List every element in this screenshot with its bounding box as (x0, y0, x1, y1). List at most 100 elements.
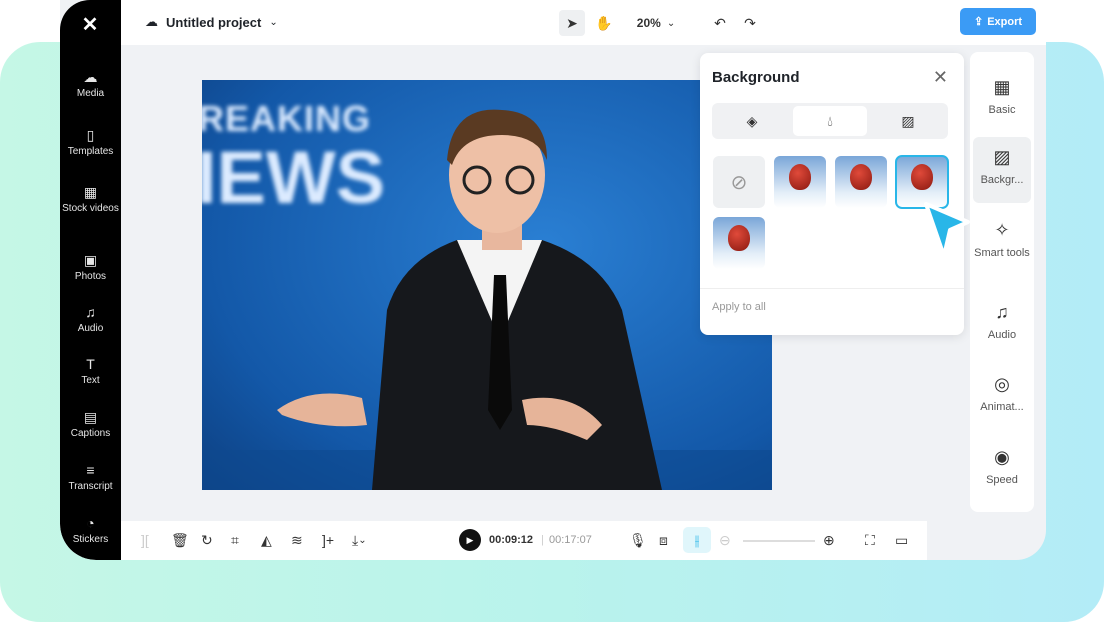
delete-button[interactable]: 🗑︎ (171, 529, 189, 551)
crop-button[interactable]: ⌗ (231, 529, 239, 551)
zoom-dropdown[interactable]: 20% ⌄ (631, 10, 681, 36)
project-title-dropdown[interactable]: ☁ Untitled project ⌄ (145, 14, 278, 30)
undo-button[interactable]: ↶ (709, 10, 731, 36)
app-window: ✕ ☁ Media ▯ Templates ▦ Stock videos ▣ Photos ♫ A… (60, 0, 1046, 560)
right-tab-label: Animat... (980, 401, 1024, 413)
cloud-upload-icon: ☁ (83, 69, 98, 85)
mouse-pointer-icon (924, 202, 970, 258)
total-time: 00:17:07 (549, 534, 592, 546)
background-type-tabs: ◈ 💧︎ ▨ (712, 103, 948, 139)
replay-button[interactable]: ↻ (201, 529, 213, 551)
flip-icon: ◭ (261, 531, 272, 548)
fullscreen-button[interactable]: ⛶ (865, 529, 875, 551)
sidebar-item-stock-videos[interactable]: ▦ Stock videos (60, 183, 121, 215)
sidebar-item-label: Stock videos (62, 203, 119, 214)
play-button[interactable]: ▶ (459, 529, 481, 551)
hand-icon: ✋ (595, 14, 613, 31)
right-tab-magic-wand[interactable]: ✧ Smart tools (973, 210, 1031, 260)
time-separator: | (541, 534, 544, 546)
paint-bucket-icon: ◈ (746, 112, 758, 129)
sidebar-item-transcript[interactable]: ≡ Transcript (60, 461, 121, 493)
droplet-icon: 💧︎ (827, 112, 833, 129)
split-button[interactable]: ][ (141, 529, 149, 551)
minus-circle-icon: ⊖ (719, 531, 731, 548)
sidebar-item-text[interactable]: T Text (60, 355, 121, 387)
trim-button[interactable]: ]+ (322, 529, 334, 551)
bottom-toolbar: ][ 🗑︎ ↻ ⌗ ◭ ≋ ]+ ⤓ ⌄ ▶ 00:09:12 | 00:17:0… (121, 521, 927, 560)
no-background-option[interactable]: ⊘ (713, 156, 765, 208)
close-button[interactable]: ✕ (933, 67, 948, 88)
sidebar-item-label: Text (81, 375, 100, 386)
hand-tool-button[interactable]: ✋ (591, 10, 617, 36)
chevron-down-icon: ⌄ (358, 534, 367, 546)
split-icon: ][ (141, 532, 149, 548)
presenter-figure (202, 109, 772, 490)
select-tool-button[interactable]: ➤ (559, 10, 585, 36)
cloud-sync-icon: ☁ (145, 14, 158, 29)
tab-pattern[interactable]: ▨ (871, 106, 945, 136)
divider (700, 288, 964, 289)
transcript-icon: ≡ (86, 462, 95, 478)
snap-button[interactable]: ⧈ (659, 529, 668, 551)
sidebar-item-templates[interactable]: ▯ Templates (60, 126, 121, 158)
right-tab-basic[interactable]: ▦ Basic (973, 67, 1031, 117)
left-sidebar: ✕ ☁ Media ▯ Templates ▦ Stock videos ▣ Photos ♫ A… (60, 0, 121, 560)
flip-button[interactable]: ◭ (261, 529, 272, 551)
speed-icon: ◉ (994, 447, 1010, 467)
sidebar-item-label: Transcript (68, 481, 113, 492)
remove-background-button[interactable]: ≋ (291, 529, 303, 551)
trim-icon: ]+ (322, 532, 335, 548)
redo-button[interactable]: ↷ (739, 10, 761, 36)
right-property-panel: ▦ Basic ▨ Backgr... ✧ Smart tools ♫ Audio ◎ Anima… (970, 52, 1034, 512)
zoom-in-button[interactable]: ⊕ (823, 529, 835, 551)
right-tab-label: Basic (988, 104, 1016, 116)
top-bar: ☁ Untitled project ⌄ ➤ ✋ 20% ⌄ ↶ ↷ ⇪ Expor… (121, 0, 1046, 45)
sidebar-item-label: Templates (67, 146, 114, 157)
zoom-out-button[interactable]: ⊖ (719, 529, 731, 551)
magic-wand-icon: ✧ (994, 220, 1010, 240)
right-tab-label: Smart tools (974, 247, 1030, 259)
close-icon: ✕ (932, 67, 948, 87)
undo-icon: ↶ (714, 14, 726, 31)
right-tab-music[interactable]: ♫ Audio (973, 292, 1031, 342)
blur-thumb-2[interactable] (835, 156, 887, 208)
tab-blur[interactable]: 💧︎ (793, 106, 867, 136)
project-title: Untitled project (166, 14, 262, 30)
sidebar-item-captions[interactable]: ▤ Captions (60, 408, 121, 440)
blur-thumb-1[interactable] (774, 156, 826, 208)
record-voice-button[interactable]: 🎙︎ (629, 529, 647, 551)
pattern-icon: ▨ (901, 112, 915, 129)
tab-color-fill[interactable]: ◈ (715, 106, 789, 136)
chevron-down-icon: ⌄ (666, 17, 676, 29)
right-tab-speed[interactable]: ◉ Speed (973, 437, 1031, 487)
pointer-icon: ➤ (566, 14, 578, 31)
sidebar-item-audio[interactable]: ♫ Audio (60, 303, 121, 335)
apply-to-all-button[interactable]: Apply to all (712, 301, 766, 313)
magnet-toggle[interactable]: ⫲ (683, 527, 711, 553)
download-dropdown[interactable]: ⤓ ⌄ (352, 529, 367, 551)
video-preview[interactable]: REAKING IEWS (202, 80, 772, 490)
blur-thumb-4[interactable] (713, 217, 765, 269)
text-icon: T (86, 356, 95, 372)
right-tab-background[interactable]: ▨ Backgr... (973, 137, 1031, 203)
film-icon: ▦ (83, 184, 98, 200)
timeline-zoom-slider[interactable] (743, 540, 815, 542)
basic-icon: ▦ (993, 77, 1011, 97)
right-tab-label: Speed (986, 474, 1018, 486)
sidebar-item-label: Photos (74, 271, 107, 282)
music-icon: ♫ (85, 304, 96, 320)
animation-icon: ◎ (994, 374, 1010, 394)
export-button[interactable]: ⇪ Export (960, 8, 1036, 35)
sidebar-item-photos[interactable]: ▣ Photos (60, 251, 121, 283)
sidebar-item-stickers[interactable]: ◔ Stickers (60, 514, 121, 546)
link-icon: ⫲ (694, 531, 700, 548)
right-tab-animation[interactable]: ◎ Animat... (973, 364, 1031, 414)
templates-icon: ▯ (86, 127, 95, 143)
background-icon: ▨ (993, 147, 1011, 167)
none-icon: ⊘ (730, 171, 748, 194)
current-time: 00:09:12 (489, 534, 534, 546)
sidebar-item-media[interactable]: ☁ Media (60, 68, 121, 100)
preview-mode-button[interactable]: ▭ (895, 529, 908, 551)
play-icon: ▶ (466, 534, 474, 545)
microphone-icon: 🎙︎ (629, 531, 647, 548)
